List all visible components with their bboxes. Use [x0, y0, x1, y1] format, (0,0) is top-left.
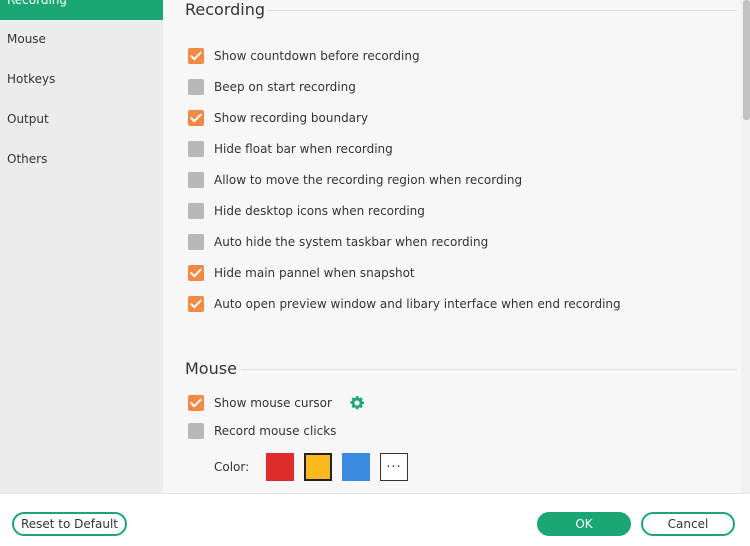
sidebar-item-recording[interactable]: Recording — [0, 0, 163, 20]
checkbox[interactable] — [188, 265, 204, 281]
color-swatch-yellow[interactable] — [304, 453, 332, 481]
checkbox[interactable] — [188, 79, 204, 95]
option-hide-desktop-icons[interactable]: Hide desktop icons when recording — [188, 201, 425, 221]
recording-section-divider — [267, 10, 737, 11]
settings-sidebar: Recording Mouse Hotkeys Output Others — [0, 0, 163, 493]
option-label: Show mouse cursor — [214, 396, 332, 410]
checkbox[interactable] — [188, 423, 204, 439]
option-beep-on-start[interactable]: Beep on start recording — [188, 77, 356, 97]
checkbox[interactable] — [188, 234, 204, 250]
sidebar-item-output[interactable]: Output — [0, 99, 163, 139]
option-label: Auto open preview window and libary inte… — [214, 297, 621, 311]
option-show-countdown[interactable]: Show countdown before recording — [188, 46, 420, 66]
checkbox[interactable] — [188, 395, 204, 411]
option-auto-hide-taskbar[interactable]: Auto hide the system taskbar when record… — [188, 232, 488, 252]
option-label: Beep on start recording — [214, 80, 356, 94]
checkbox[interactable] — [188, 203, 204, 219]
mouse-section-divider — [241, 369, 737, 370]
ok-button[interactable]: OK — [537, 512, 631, 536]
option-label: Record mouse clicks — [214, 424, 337, 438]
option-label: Hide desktop icons when recording — [214, 204, 425, 218]
option-label: Hide main pannel when snapshot — [214, 266, 415, 280]
option-show-mouse-cursor[interactable]: Show mouse cursor — [188, 393, 367, 413]
checkbox[interactable] — [188, 172, 204, 188]
color-swatch-blue[interactable] — [342, 453, 370, 481]
option-hide-float-bar[interactable]: Hide float bar when recording — [188, 139, 393, 159]
checkbox[interactable] — [188, 110, 204, 126]
mouse-section-title: Mouse — [185, 359, 237, 378]
option-label: Show recording boundary — [214, 111, 369, 125]
color-swatch-red[interactable] — [266, 453, 294, 481]
reset-to-default-button[interactable]: Reset to Default — [12, 512, 127, 536]
scrollbar-thumb[interactable] — [743, 0, 750, 120]
option-show-boundary[interactable]: Show recording boundary — [188, 108, 368, 128]
option-label: Show countdown before recording — [214, 49, 420, 63]
cancel-button[interactable]: Cancel — [641, 512, 735, 536]
recording-section-title: Recording — [185, 0, 266, 19]
option-record-mouse-clicks[interactable]: Record mouse clicks — [188, 421, 336, 441]
dialog-footer: Reset to Default OK Cancel — [0, 493, 750, 546]
sidebar-item-hotkeys[interactable]: Hotkeys — [0, 59, 163, 99]
option-label: Auto hide the system taskbar when record… — [214, 235, 489, 249]
option-label: Hide float bar when recording — [214, 142, 393, 156]
checkbox[interactable] — [188, 48, 204, 64]
option-label: Allow to move the recording region when … — [214, 173, 523, 187]
settings-content: Recording Show countdown before recordin… — [163, 0, 741, 493]
option-auto-open-preview[interactable]: Auto open preview window and libary inte… — [188, 294, 621, 314]
more-colors-button[interactable]: ··· — [380, 453, 408, 481]
sidebar-item-others[interactable]: Others — [0, 139, 163, 179]
checkbox[interactable] — [188, 141, 204, 157]
sidebar-item-mouse[interactable]: Mouse — [0, 19, 163, 59]
color-label: Color: — [214, 460, 250, 474]
option-allow-move-region[interactable]: Allow to move the recording region when … — [188, 170, 522, 190]
gear-icon[interactable] — [347, 393, 367, 413]
option-hide-main-pannel[interactable]: Hide main pannel when snapshot — [188, 263, 415, 283]
checkbox[interactable] — [188, 296, 204, 312]
